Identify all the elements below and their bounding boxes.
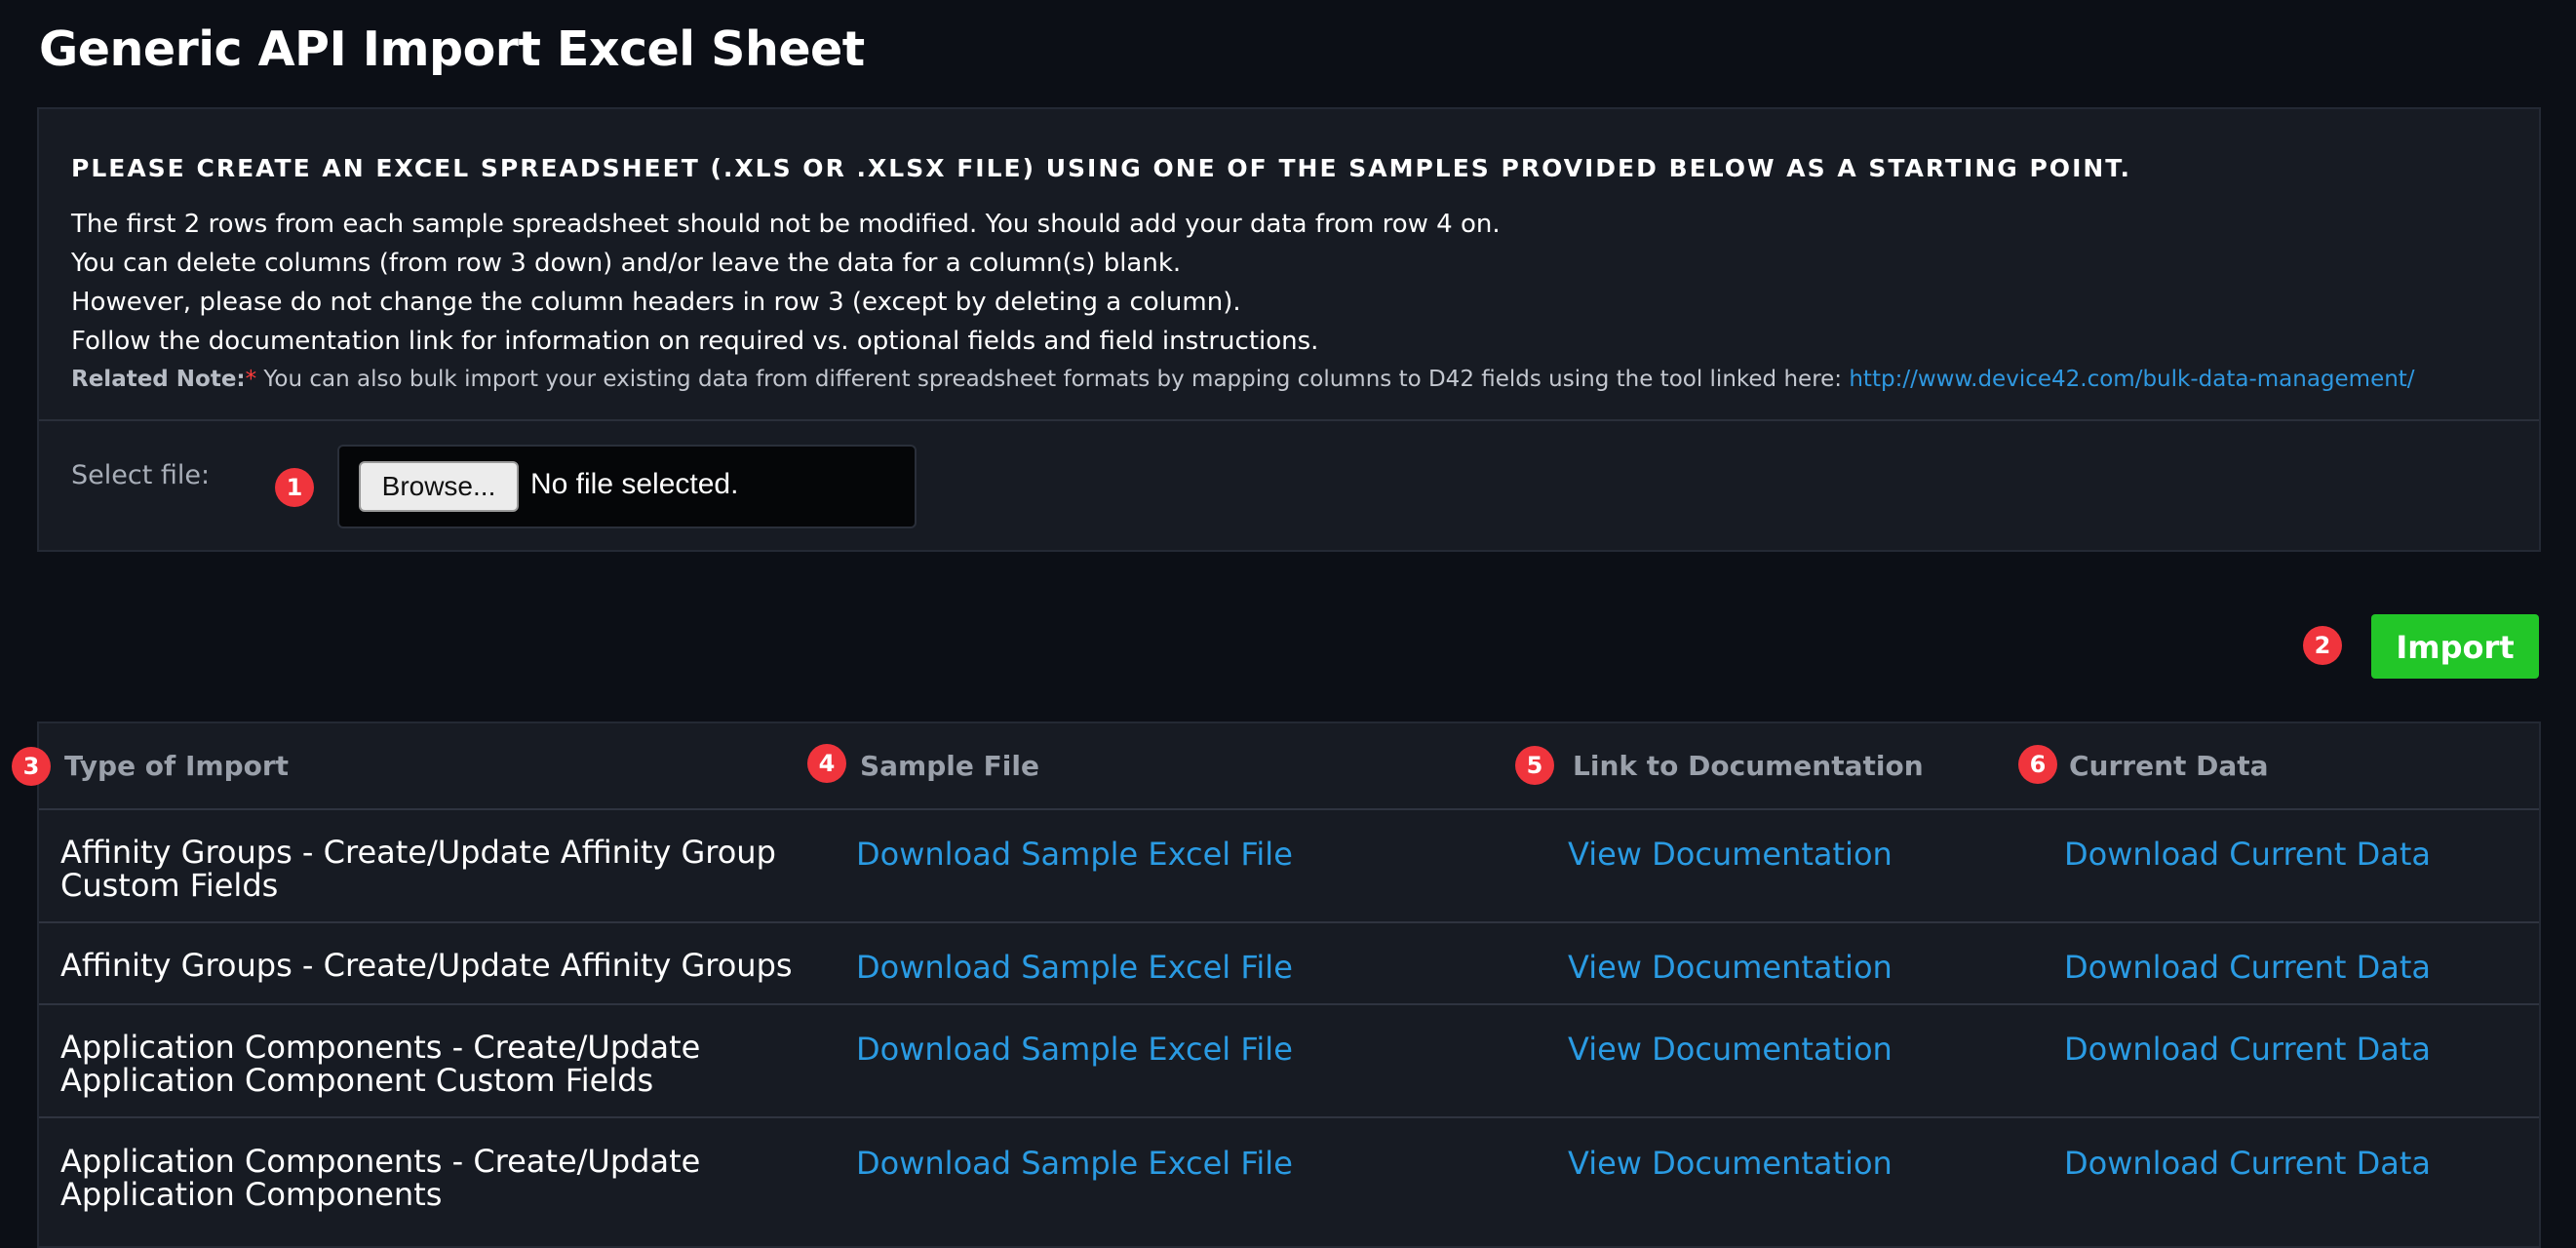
table-row-type: Application Components - Create/Update A… — [60, 1029, 701, 1099]
download-current-data-link[interactable]: Download Current Data — [2064, 949, 2431, 986]
bulk-data-management-link[interactable]: http://www.device42.com/bulk-data-manage… — [1849, 367, 2414, 392]
page-title: Generic API Import Excel Sheet — [39, 21, 865, 77]
required-asterisk: * — [245, 367, 257, 392]
table-divider — [39, 921, 2539, 923]
column-header-type: Type of Import — [64, 750, 290, 782]
view-documentation-link[interactable]: View Documentation — [1568, 836, 1893, 873]
view-documentation-link[interactable]: View Documentation — [1568, 1145, 1893, 1182]
related-note-label: Related Note: — [71, 367, 246, 392]
marker-badge-6: 6 — [2018, 745, 2057, 784]
instruction-line: You can delete columns (from row 3 down)… — [71, 249, 1182, 278]
instruction-line: Follow the documentation link for inform… — [71, 327, 1319, 356]
download-sample-link[interactable]: Download Sample Excel File — [856, 1145, 1293, 1182]
browse-button[interactable]: Browse... — [359, 461, 519, 512]
related-note-text: You can also bulk import your existing d… — [256, 367, 1850, 392]
marker-badge-3: 3 — [12, 747, 51, 786]
table-divider — [39, 808, 2539, 810]
column-header-documentation: Link to Documentation — [1573, 750, 1924, 782]
marker-badge-4: 4 — [807, 744, 846, 783]
table-row-type: Affinity Groups - Create/Update Affinity… — [60, 834, 776, 904]
download-sample-link[interactable]: Download Sample Excel File — [856, 1031, 1293, 1068]
select-file-label: Select file: — [71, 460, 211, 490]
download-sample-link[interactable]: Download Sample Excel File — [856, 949, 1293, 986]
column-header-current-data: Current Data — [2069, 750, 2269, 782]
import-button[interactable]: Import — [2371, 614, 2539, 679]
related-note: Related Note:* You can also bulk import … — [71, 367, 2415, 392]
marker-badge-1: 1 — [275, 468, 314, 507]
table-divider — [39, 1116, 2539, 1118]
download-current-data-link[interactable]: Download Current Data — [2064, 1031, 2431, 1068]
view-documentation-link[interactable]: View Documentation — [1568, 949, 1893, 986]
instruction-line: However, please do not change the column… — [71, 288, 1241, 317]
file-input[interactable]: Browse... No file selected. — [337, 445, 917, 528]
table-divider — [39, 1003, 2539, 1005]
instructions-heading: PLEASE CREATE AN EXCEL SPREADSHEET (.XLS… — [71, 154, 2132, 182]
marker-badge-2: 2 — [2303, 626, 2342, 665]
instruction-line: The first 2 rows from each sample spread… — [71, 210, 1501, 239]
table-row-type: Application Components - Create/Update A… — [60, 1143, 701, 1213]
marker-badge-5: 5 — [1515, 746, 1554, 785]
download-sample-link[interactable]: Download Sample Excel File — [856, 836, 1293, 873]
download-current-data-link[interactable]: Download Current Data — [2064, 1145, 2431, 1182]
panel-divider — [39, 419, 2539, 421]
download-current-data-link[interactable]: Download Current Data — [2064, 836, 2431, 873]
column-header-sample-file: Sample File — [860, 750, 1039, 782]
table-row-type: Affinity Groups - Create/Update Affinity… — [60, 947, 793, 984]
view-documentation-link[interactable]: View Documentation — [1568, 1031, 1893, 1068]
file-status: No file selected. — [530, 468, 739, 500]
